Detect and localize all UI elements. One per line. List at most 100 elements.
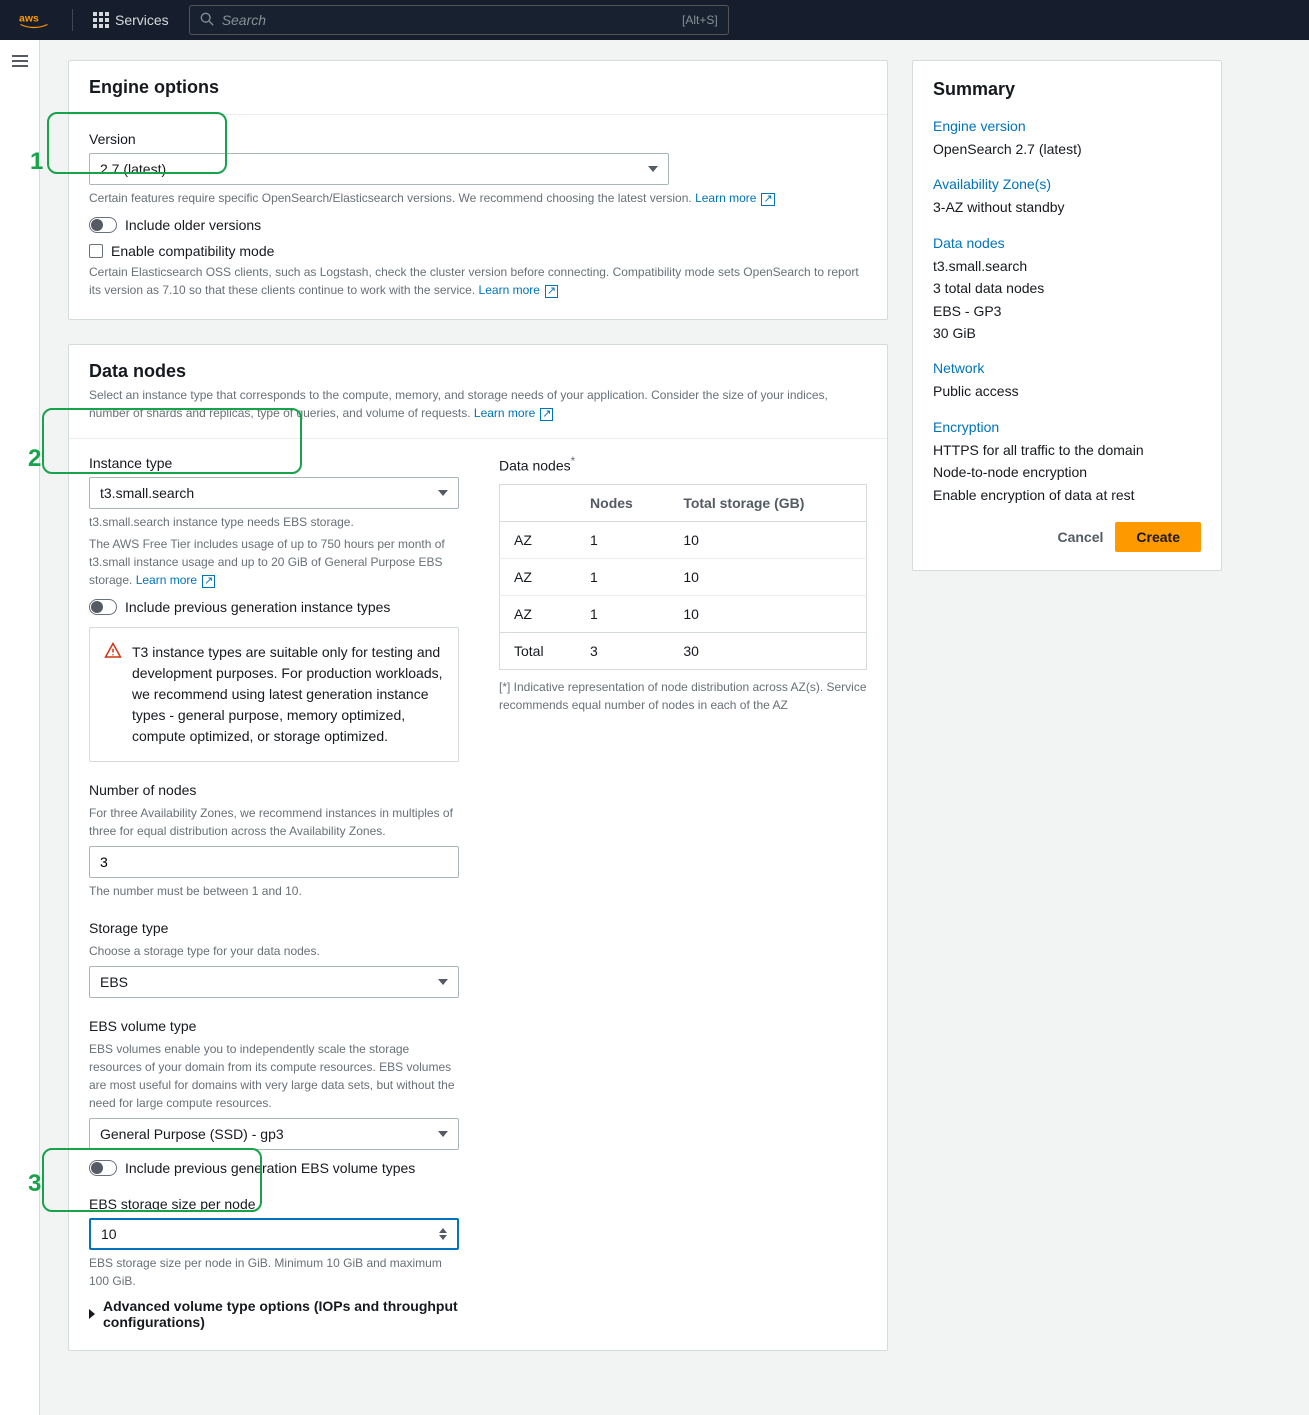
step-up-icon[interactable]: [439, 1228, 447, 1233]
aws-logo[interactable]: aws: [16, 11, 52, 29]
th-storage: Total storage (GB): [669, 484, 866, 521]
nav-divider: [72, 9, 73, 31]
node-table-title: Data nodes*: [499, 455, 867, 474]
include-older-toggle[interactable]: [89, 217, 117, 233]
ebs-size-hint: EBS storage size per node in GiB. Minimu…: [89, 1254, 459, 1290]
sum-az-label: Availability Zone(s): [933, 176, 1201, 192]
datanodes-sub: Select an instance type that corresponds…: [89, 386, 867, 422]
num-nodes-label: Number of nodes: [89, 782, 459, 798]
sum-enc-val-1: Node-to-node encryption: [933, 461, 1201, 483]
sum-dn-val-0: t3.small.search: [933, 255, 1201, 277]
version-value: 2.7 (latest): [100, 161, 166, 177]
external-link-icon: [758, 191, 774, 205]
annotation-3: 3: [28, 1170, 41, 1198]
advanced-volume-expander[interactable]: Advanced volume type options (IOPs and t…: [89, 1298, 459, 1330]
left-rail: [0, 40, 40, 1415]
ebs-vol-select[interactable]: General Purpose (SSD) - gp3: [89, 1118, 459, 1150]
sum-dn-val-1: 3 total data nodes: [933, 277, 1201, 299]
global-search[interactable]: Search [Alt+S]: [189, 5, 729, 35]
ebs-vol-hint: EBS volumes enable you to independently …: [89, 1040, 459, 1112]
sum-engine-label: Engine version: [933, 118, 1201, 134]
external-link-icon: [542, 283, 558, 297]
include-prev-gen-toggle[interactable]: [89, 599, 117, 615]
create-button[interactable]: Create: [1115, 522, 1201, 552]
engine-title: Engine options: [89, 77, 867, 98]
search-placeholder: Search: [222, 12, 266, 28]
freetier-learn-more[interactable]: Learn more: [136, 573, 216, 587]
chevron-down-icon: [438, 490, 448, 496]
storage-type-value: EBS: [100, 974, 128, 990]
compat-learn-more[interactable]: Learn more: [479, 283, 559, 297]
chevron-right-icon: [89, 1309, 95, 1319]
warning-icon: [104, 642, 122, 747]
include-prev-ebs-label: Include previous generation EBS volume t…: [125, 1160, 415, 1176]
step-down-icon[interactable]: [439, 1235, 447, 1240]
include-prev-gen-label: Include previous generation instance typ…: [125, 599, 390, 615]
table-note: [*] Indicative representation of node di…: [499, 678, 867, 714]
version-select[interactable]: 2.7 (latest): [89, 153, 669, 185]
engine-options-panel: Engine options Version 2.7 (latest) Cert…: [68, 60, 888, 320]
include-prev-ebs-toggle[interactable]: [89, 1160, 117, 1176]
table-row: AZ 1 10: [500, 595, 867, 632]
datanodes-learn-more[interactable]: Learn more: [474, 406, 554, 420]
svg-text:aws: aws: [19, 13, 39, 25]
storage-type-select[interactable]: EBS: [89, 966, 459, 998]
compat-label: Enable compatibility mode: [111, 243, 274, 259]
chevron-down-icon: [438, 979, 448, 985]
num-nodes-input[interactable]: [89, 846, 459, 878]
ebs-size-label: EBS storage size per node: [89, 1196, 459, 1212]
version-label: Version: [89, 131, 867, 147]
table-row: AZ 1 10: [500, 521, 867, 558]
top-nav: aws Services Search [Alt+S]: [0, 0, 1309, 40]
advanced-label: Advanced volume type options (IOPs and t…: [103, 1298, 459, 1330]
instance-type-value: t3.small.search: [100, 485, 194, 501]
compat-checkbox[interactable]: [89, 244, 103, 258]
sum-enc-val-0: HTTPS for all traffic to the domain: [933, 439, 1201, 461]
summary-panel: Summary Engine version OpenSearch 2.7 (l…: [912, 60, 1222, 571]
data-nodes-table: Nodes Total storage (GB) AZ 1 10: [499, 484, 867, 670]
num-nodes-hint: For three Availability Zones, we recomme…: [89, 804, 459, 840]
version-learn-more[interactable]: Learn more: [695, 191, 775, 205]
instance-type-hint2: The AWS Free Tier includes usage of up t…: [89, 535, 459, 589]
sum-az-val: 3-AZ without standby: [933, 196, 1201, 218]
external-link-icon: [537, 406, 553, 420]
compat-hint: Certain Elasticsearch OSS clients, such …: [89, 263, 867, 299]
services-label: Services: [115, 12, 169, 28]
external-link-icon: [199, 573, 215, 587]
chevron-down-icon: [438, 1131, 448, 1137]
chevron-down-icon: [648, 166, 658, 172]
data-nodes-panel: Data nodes Select an instance type that …: [68, 344, 888, 1351]
t3-warning-text: T3 instance types are suitable only for …: [132, 642, 444, 747]
storage-type-hint: Choose a storage type for your data node…: [89, 942, 459, 960]
ebs-vol-value: General Purpose (SSD) - gp3: [100, 1126, 284, 1142]
annotation-2: 2: [28, 445, 41, 473]
sum-net-val: Public access: [933, 380, 1201, 402]
cancel-button[interactable]: Cancel: [1057, 529, 1103, 545]
num-nodes-constraint: The number must be between 1 and 10.: [89, 882, 459, 900]
th-nodes: Nodes: [576, 484, 669, 521]
summary-title: Summary: [933, 79, 1201, 100]
version-hint: Certain features require specific OpenSe…: [89, 189, 867, 207]
include-older-label: Include older versions: [125, 217, 261, 233]
storage-type-label: Storage type: [89, 920, 459, 936]
stepper-buttons[interactable]: [439, 1228, 447, 1240]
search-shortcut: [Alt+S]: [682, 13, 718, 27]
t3-warning: T3 instance types are suitable only for …: [89, 627, 459, 762]
table-total-row: Total 3 30: [500, 632, 867, 669]
ebs-size-value: 10: [101, 1226, 117, 1242]
instance-type-select[interactable]: t3.small.search: [89, 477, 459, 509]
sum-net-label: Network: [933, 360, 1201, 376]
sum-enc-val-2: Enable encryption of data at rest: [933, 484, 1201, 506]
search-icon: [200, 12, 214, 29]
sum-enc-label: Encryption: [933, 419, 1201, 435]
annotation-1: 1: [30, 148, 43, 176]
sum-dn-val-3: 30 GiB: [933, 322, 1201, 344]
instance-type-label: Instance type: [89, 455, 459, 471]
services-menu[interactable]: Services: [93, 12, 169, 28]
ebs-vol-label: EBS volume type: [89, 1018, 459, 1034]
grid-icon: [93, 12, 109, 28]
ebs-size-input[interactable]: 10: [89, 1218, 459, 1250]
datanodes-title: Data nodes: [89, 361, 867, 382]
sum-engine-val: OpenSearch 2.7 (latest): [933, 138, 1201, 160]
hamburger-icon[interactable]: [12, 52, 28, 70]
